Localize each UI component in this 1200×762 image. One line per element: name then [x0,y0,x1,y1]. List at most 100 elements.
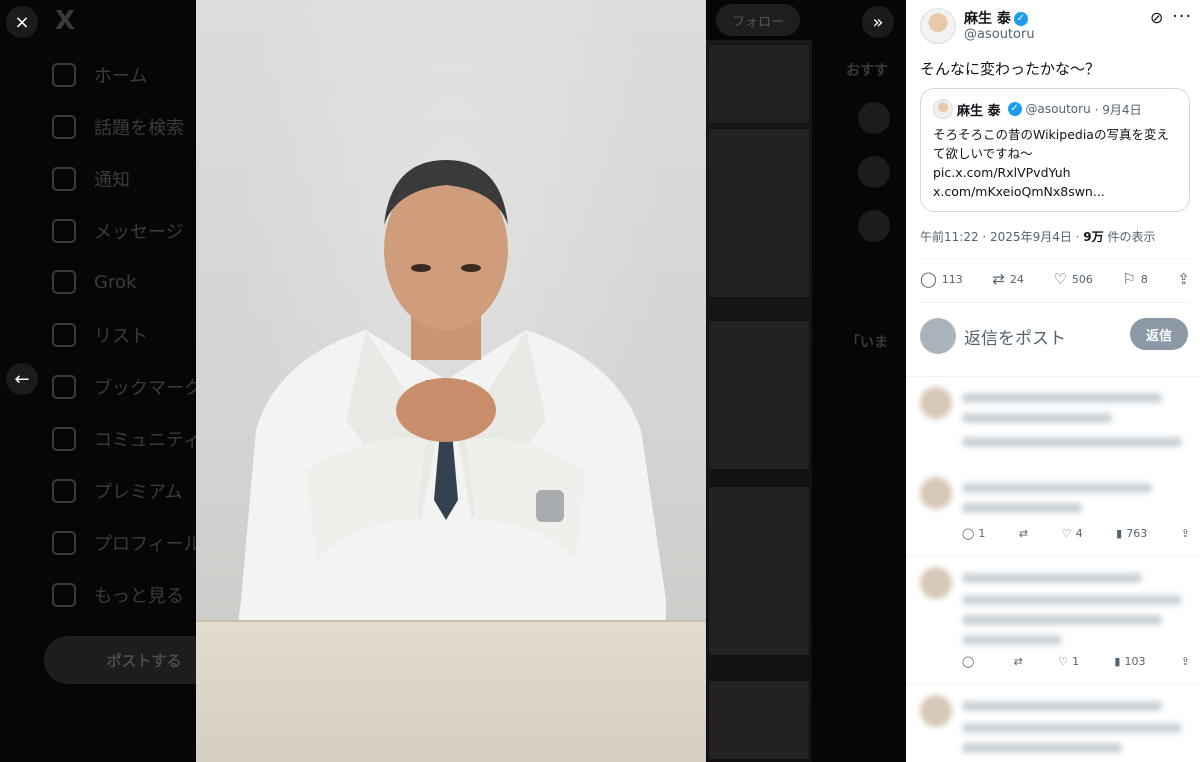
reply-button[interactable]: 返信 [1130,318,1188,350]
nav-lists: リスト [52,322,148,348]
views-action[interactable]: ▮ 103 [1114,655,1145,668]
reply-action[interactable]: ◯ 1 [962,527,985,540]
communities-icon [52,427,76,451]
previous-media-button[interactable]: ← [6,363,38,395]
nav-home: ホーム [52,62,147,88]
side-avatar [858,156,890,188]
like-action[interactable]: ♡ 4 [1062,527,1083,540]
heart-icon: ♡ [1058,655,1069,668]
reply-composer: 返信をポスト 返信 [920,316,1190,356]
author-name[interactable]: 麻生 泰 ✓ [964,8,1028,28]
verified-badge-icon: ✓ [1013,12,1028,26]
repost-icon: ⇄ [1013,655,1023,668]
heart-icon: ♡ [1053,270,1067,288]
nav-communities: コミュニティ [52,426,201,452]
nav-profile: プロフィール [52,530,202,556]
timestamp[interactable]: 午前11:22 · 2025年9月4日 · [920,230,1083,244]
reply-input[interactable]: 返信をポスト [964,324,1066,349]
reply-action[interactable]: ◯ [962,655,978,668]
grok-icon[interactable]: ⊘ [1150,8,1163,27]
side-avatar [858,210,890,242]
analytics-icon: ▮ [1116,527,1123,540]
more-options-icon[interactable]: ··· [1172,6,1192,27]
tweet-detail-panel: 麻生 泰 ✓ @asoutoru ⊘ ··· そんなに変わったかな〜？ 麻生 泰 … [906,0,1200,762]
double-chevron-icon: » [872,11,884,33]
avatar [920,695,952,727]
media-photo [196,0,706,762]
arrow-left-icon: ← [14,368,30,390]
nav-messages: メッセージ [52,218,184,244]
close-button[interactable]: × [6,6,38,38]
analytics-icon: ▮ [1114,655,1121,668]
verified-badge-icon: ✓ [1007,102,1022,116]
expand-panel-button[interactable]: » [862,6,894,38]
reply-icon: ◯ [962,655,975,668]
quoted-author-avatar [933,99,953,119]
tweet-actions: ◯ 113 ⇄ 24 ♡ 506 ⚐ 8 ⇪ [920,270,1190,288]
x-logo: X [55,6,76,36]
quoted-tweet-body: そろそろこの昔のWikipediaの写真を変え て欲しいですね〜 pic.x.c… [933,125,1177,201]
search-icon [52,115,76,139]
divider [920,302,1190,303]
side-avatar [858,102,890,134]
home-icon [52,63,76,87]
avatar [920,477,952,509]
list-icon [52,323,76,347]
share-icon: ⇪ [1180,527,1190,540]
avatar [920,567,952,599]
user-avatar [920,318,956,354]
reply-item[interactable]: ◯ ⇄ ♡ 1 ▮ 103 ⇪ [906,556,1200,684]
close-icon: × [14,11,30,33]
share-action[interactable]: ⇪ [1181,527,1190,540]
nav-explore: 話題を検索 [52,114,184,140]
background-media-strip [706,40,812,762]
nav-notifications: 通知 [52,166,130,192]
view-count: 9万 [1083,230,1104,244]
follow-button-bg: フォロー [716,4,800,36]
nav-premium: プレミアム [52,478,183,504]
bookmark-icon [52,375,76,399]
nav-grok: Grok [52,270,136,294]
reply-item[interactable]: ◯ 1 ⇄ ♡ 4 ▮ 763 ⇪ [906,376,1200,556]
reply-actions: ◯ 1 ⇄ ♡ 4 ▮ 763 ⇪ [962,527,1190,540]
share-icon: ⇪ [1180,655,1190,668]
bookmark-action[interactable]: ⚐ 8 [1122,270,1147,288]
nav-more: もっと見る [52,582,184,608]
repost-action[interactable]: ⇄ [1014,655,1023,668]
nav-bookmarks: ブックマーク [52,374,202,400]
share-action[interactable]: ⇪ [1177,270,1190,288]
reply-actions: ◯ ⇄ ♡ 1 ▮ 103 ⇪ [962,655,1190,668]
mail-icon [52,219,76,243]
reply-icon: ◯ [920,270,937,288]
like-action[interactable]: ♡ 1 [1058,655,1079,668]
quoted-date: · 9月4日 [1094,102,1142,117]
table-surface [196,620,706,762]
reply-item[interactable] [906,684,1200,762]
repost-action[interactable]: ⇄ [1019,527,1028,540]
quoted-author-name: 麻生 泰 [957,103,1001,119]
side-heading: おすす [846,63,888,79]
side-heading: 「いま [846,335,888,351]
background-sidebar: おすす 「いま [846,60,906,358]
like-action[interactable]: ♡ 506 [1053,270,1092,288]
repost-action[interactable]: ⇄ 24 [992,270,1024,288]
share-icon: ⇪ [1177,270,1190,288]
quoted-tweet[interactable]: 麻生 泰 ✓ @asoutoru · 9月4日 そろそろこの昔のWikipedi… [920,88,1190,212]
quoted-link[interactable]: x.com/mKxeioQmNx8swn... [933,182,1177,201]
author-avatar[interactable] [920,8,956,44]
profile-icon [52,531,76,555]
more-circle-icon [52,583,76,607]
bookmark-icon: ⚐ [1122,270,1136,288]
share-action[interactable]: ⇪ [1181,655,1190,668]
quoted-author-handle: @asoutoru [1025,102,1091,116]
author-handle[interactable]: @asoutoru [964,27,1035,42]
repost-icon: ⇄ [992,270,1005,288]
grok-icon [52,270,76,294]
repost-icon: ⇄ [1018,527,1029,540]
views-action[interactable]: ▮ 763 [1116,527,1147,540]
quoted-link[interactable]: pic.x.com/RxlVPvdYuh [933,163,1177,182]
reply-icon: ◯ [962,527,975,540]
bell-icon [52,167,76,191]
reply-action[interactable]: ◯ 113 [920,270,963,288]
heart-icon: ♡ [1061,527,1072,540]
